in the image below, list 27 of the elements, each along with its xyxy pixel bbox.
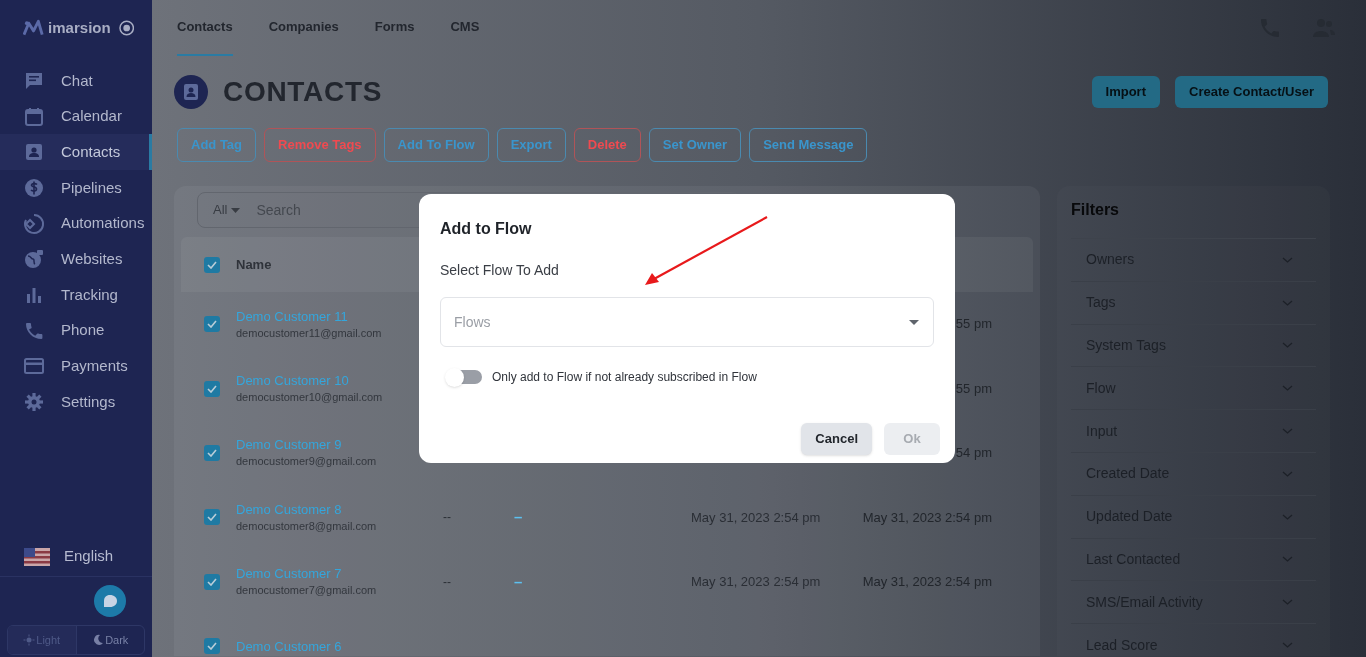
field-label: Select Flow To Add <box>440 261 560 280</box>
sidebar-label: Tracking <box>61 284 118 305</box>
table-cell: -- <box>443 574 451 589</box>
contact-email: democustomer7@gmail.com <box>236 583 378 599</box>
dialog-title: Add to Flow <box>440 219 533 239</box>
brand-name: imarsion <box>48 17 111 38</box>
sidebar-label: Contacts <box>61 141 121 162</box>
sidebar-label: Payments <box>61 356 128 377</box>
contact-email: democustomer8@gmail.com <box>236 518 378 534</box>
sidebar-label: Automations <box>61 213 145 234</box>
table-cell: – <box>514 508 523 526</box>
sidebar-label: Phone <box>61 320 105 341</box>
page-title: CONTACTS <box>223 75 383 109</box>
column-header: Name <box>236 255 272 274</box>
table-cell: -- <box>443 510 451 525</box>
table-cell: – <box>514 572 523 590</box>
contact-email: democustomer10@gmail.com <box>236 390 384 406</box>
sidebar-label: Pipelines <box>61 177 122 198</box>
toggle-label: Only add to Flow if not already subscribed in Flow <box>492 369 757 386</box>
contact-email: democustomer9@gmail.com <box>236 454 378 470</box>
contact-email: democustomer11@gmail.com <box>236 325 383 341</box>
sidebar-label: Chat <box>61 70 93 91</box>
select-placeholder: Flows <box>454 312 492 332</box>
sidebar-label: Calendar <box>61 106 122 127</box>
sidebar-label: Websites <box>61 249 123 270</box>
filters-title: Filters <box>1071 198 1316 239</box>
sidebar-label: Settings <box>61 391 116 412</box>
